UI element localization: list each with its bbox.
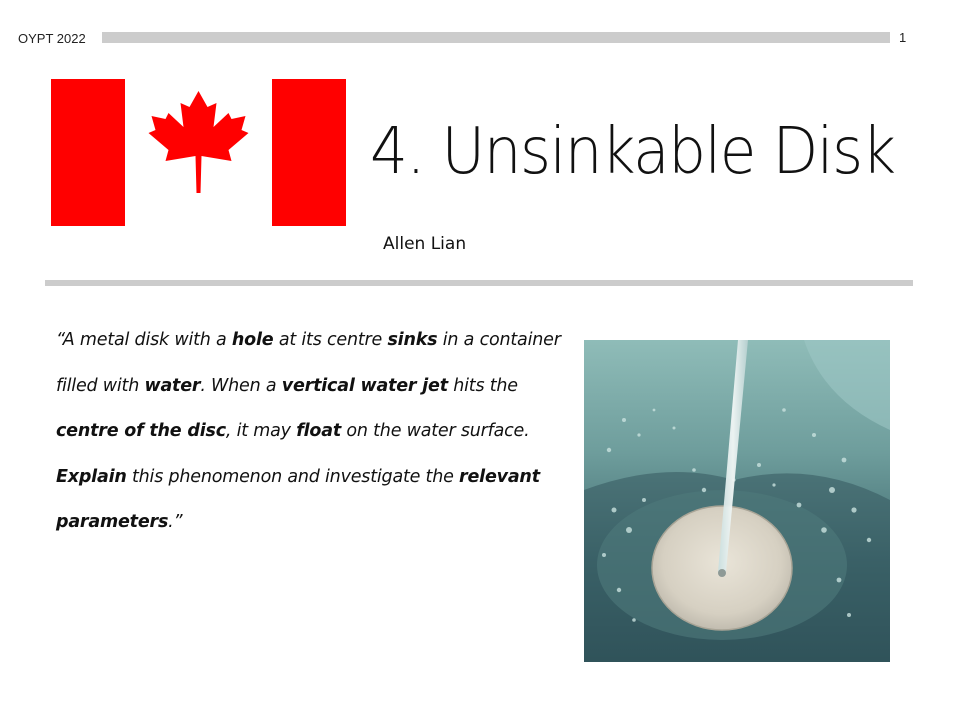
section-divider <box>45 280 913 286</box>
problem-keyword: vertical water jet <box>281 375 448 396</box>
problem-keyword: hole <box>231 330 274 350</box>
problem-text-run: , it may <box>225 421 297 441</box>
problem-keyword: sinks <box>387 330 438 350</box>
problem-text-run: this phenomenon and investigate the <box>126 466 460 487</box>
event-label: OYPT 2022 <box>18 31 86 46</box>
problem-keyword: water <box>144 375 201 396</box>
problem-text-run: . When a <box>200 375 282 396</box>
problem-text-run: “A metal disk with a <box>56 330 232 350</box>
problem-text-run: hits the <box>447 375 518 396</box>
problem-text-run: on the water surface. <box>341 421 530 441</box>
header-bar <box>102 32 890 43</box>
problem-keyword: Explain <box>56 466 127 487</box>
problem-statement: “A metal disk with a hole at its centre … <box>56 318 576 546</box>
canada-flag-icon <box>51 79 346 226</box>
author-name: Allen Lian <box>383 234 467 254</box>
problem-text-run: .” <box>168 512 183 532</box>
problem-keyword: centre of the disc <box>56 421 226 441</box>
slide-title: 4. Unsinkable Disk <box>370 115 896 189</box>
problem-text-run: at its centre <box>273 330 388 350</box>
page-number: 1 <box>899 30 907 45</box>
disk-water-jet-photo <box>584 340 890 662</box>
problem-keyword: float <box>296 421 342 441</box>
